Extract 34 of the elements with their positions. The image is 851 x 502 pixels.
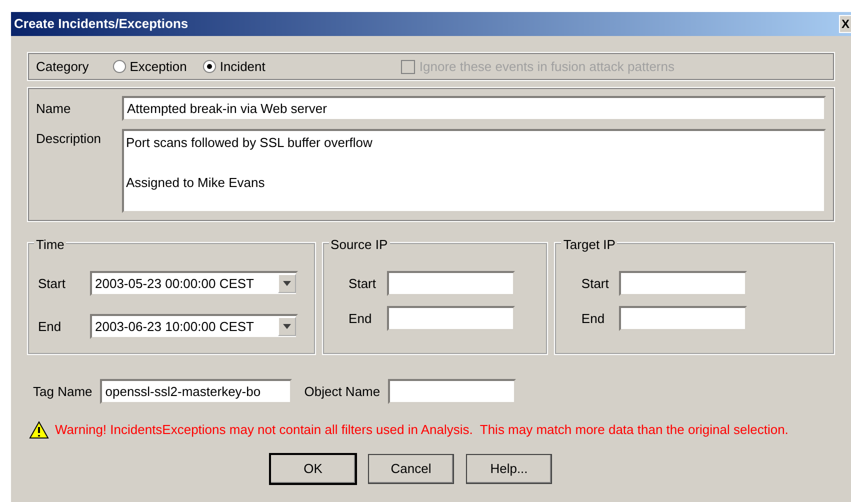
range-label: End — [38, 318, 62, 336]
dropdown-value: 2003-05-23 00:00:00 CEST — [95, 274, 254, 293]
tag-name-label: Tag Name — [33, 382, 92, 401]
category-label: Category — [36, 58, 89, 76]
radio-label: Exception — [130, 58, 187, 76]
description-label: Description — [36, 130, 102, 148]
ip-field[interactable] — [386, 306, 515, 331]
object-name-label: Object Name — [304, 382, 380, 401]
range-label: Start — [38, 274, 66, 293]
range-label: End — [348, 310, 373, 328]
tag-name-field[interactable]: openssl-ssl2-masterkey-bo — [100, 379, 292, 404]
date-dropdown[interactable]: 2003-06-23 10:00:00 CEST — [90, 314, 298, 339]
name-field[interactable]: Attempted break-in via Web server — [122, 96, 826, 121]
radio-label: Incident — [220, 58, 266, 76]
range-label: Start — [581, 274, 610, 293]
ip-field[interactable] — [619, 271, 748, 296]
description-field[interactable]: Port scans followed by SSL buffer overflow Assigned to Mike Evans — [122, 129, 826, 213]
ip-field[interactable] — [619, 306, 748, 331]
object-name-field[interactable] — [388, 379, 516, 404]
warning-message: Warning! IncidentsExceptions may not contain all filters used in Analysis. This may match more data than the original selection. — [55, 421, 788, 439]
dialog-button[interactable]: Help... — [466, 454, 552, 484]
dialog-button[interactable]: Cancel — [368, 454, 454, 484]
radio-button[interactable] — [112, 60, 126, 73]
ip-field[interactable] — [386, 271, 515, 296]
name-label: Name — [36, 100, 72, 118]
dialog-button[interactable]: OK — [270, 454, 356, 484]
close-button[interactable]: X — [839, 15, 851, 33]
range-label: Start — [348, 274, 378, 293]
date-dropdown[interactable]: 2003-05-23 00:00:00 CEST — [90, 271, 298, 296]
dropdown-value: 2003-06-23 10:00:00 CEST — [95, 318, 254, 336]
warning-icon — [29, 420, 49, 439]
window-title: Create Incidents/Exceptions — [14, 15, 188, 34]
range-label: End — [581, 310, 606, 328]
radio-button[interactable] — [202, 60, 216, 73]
